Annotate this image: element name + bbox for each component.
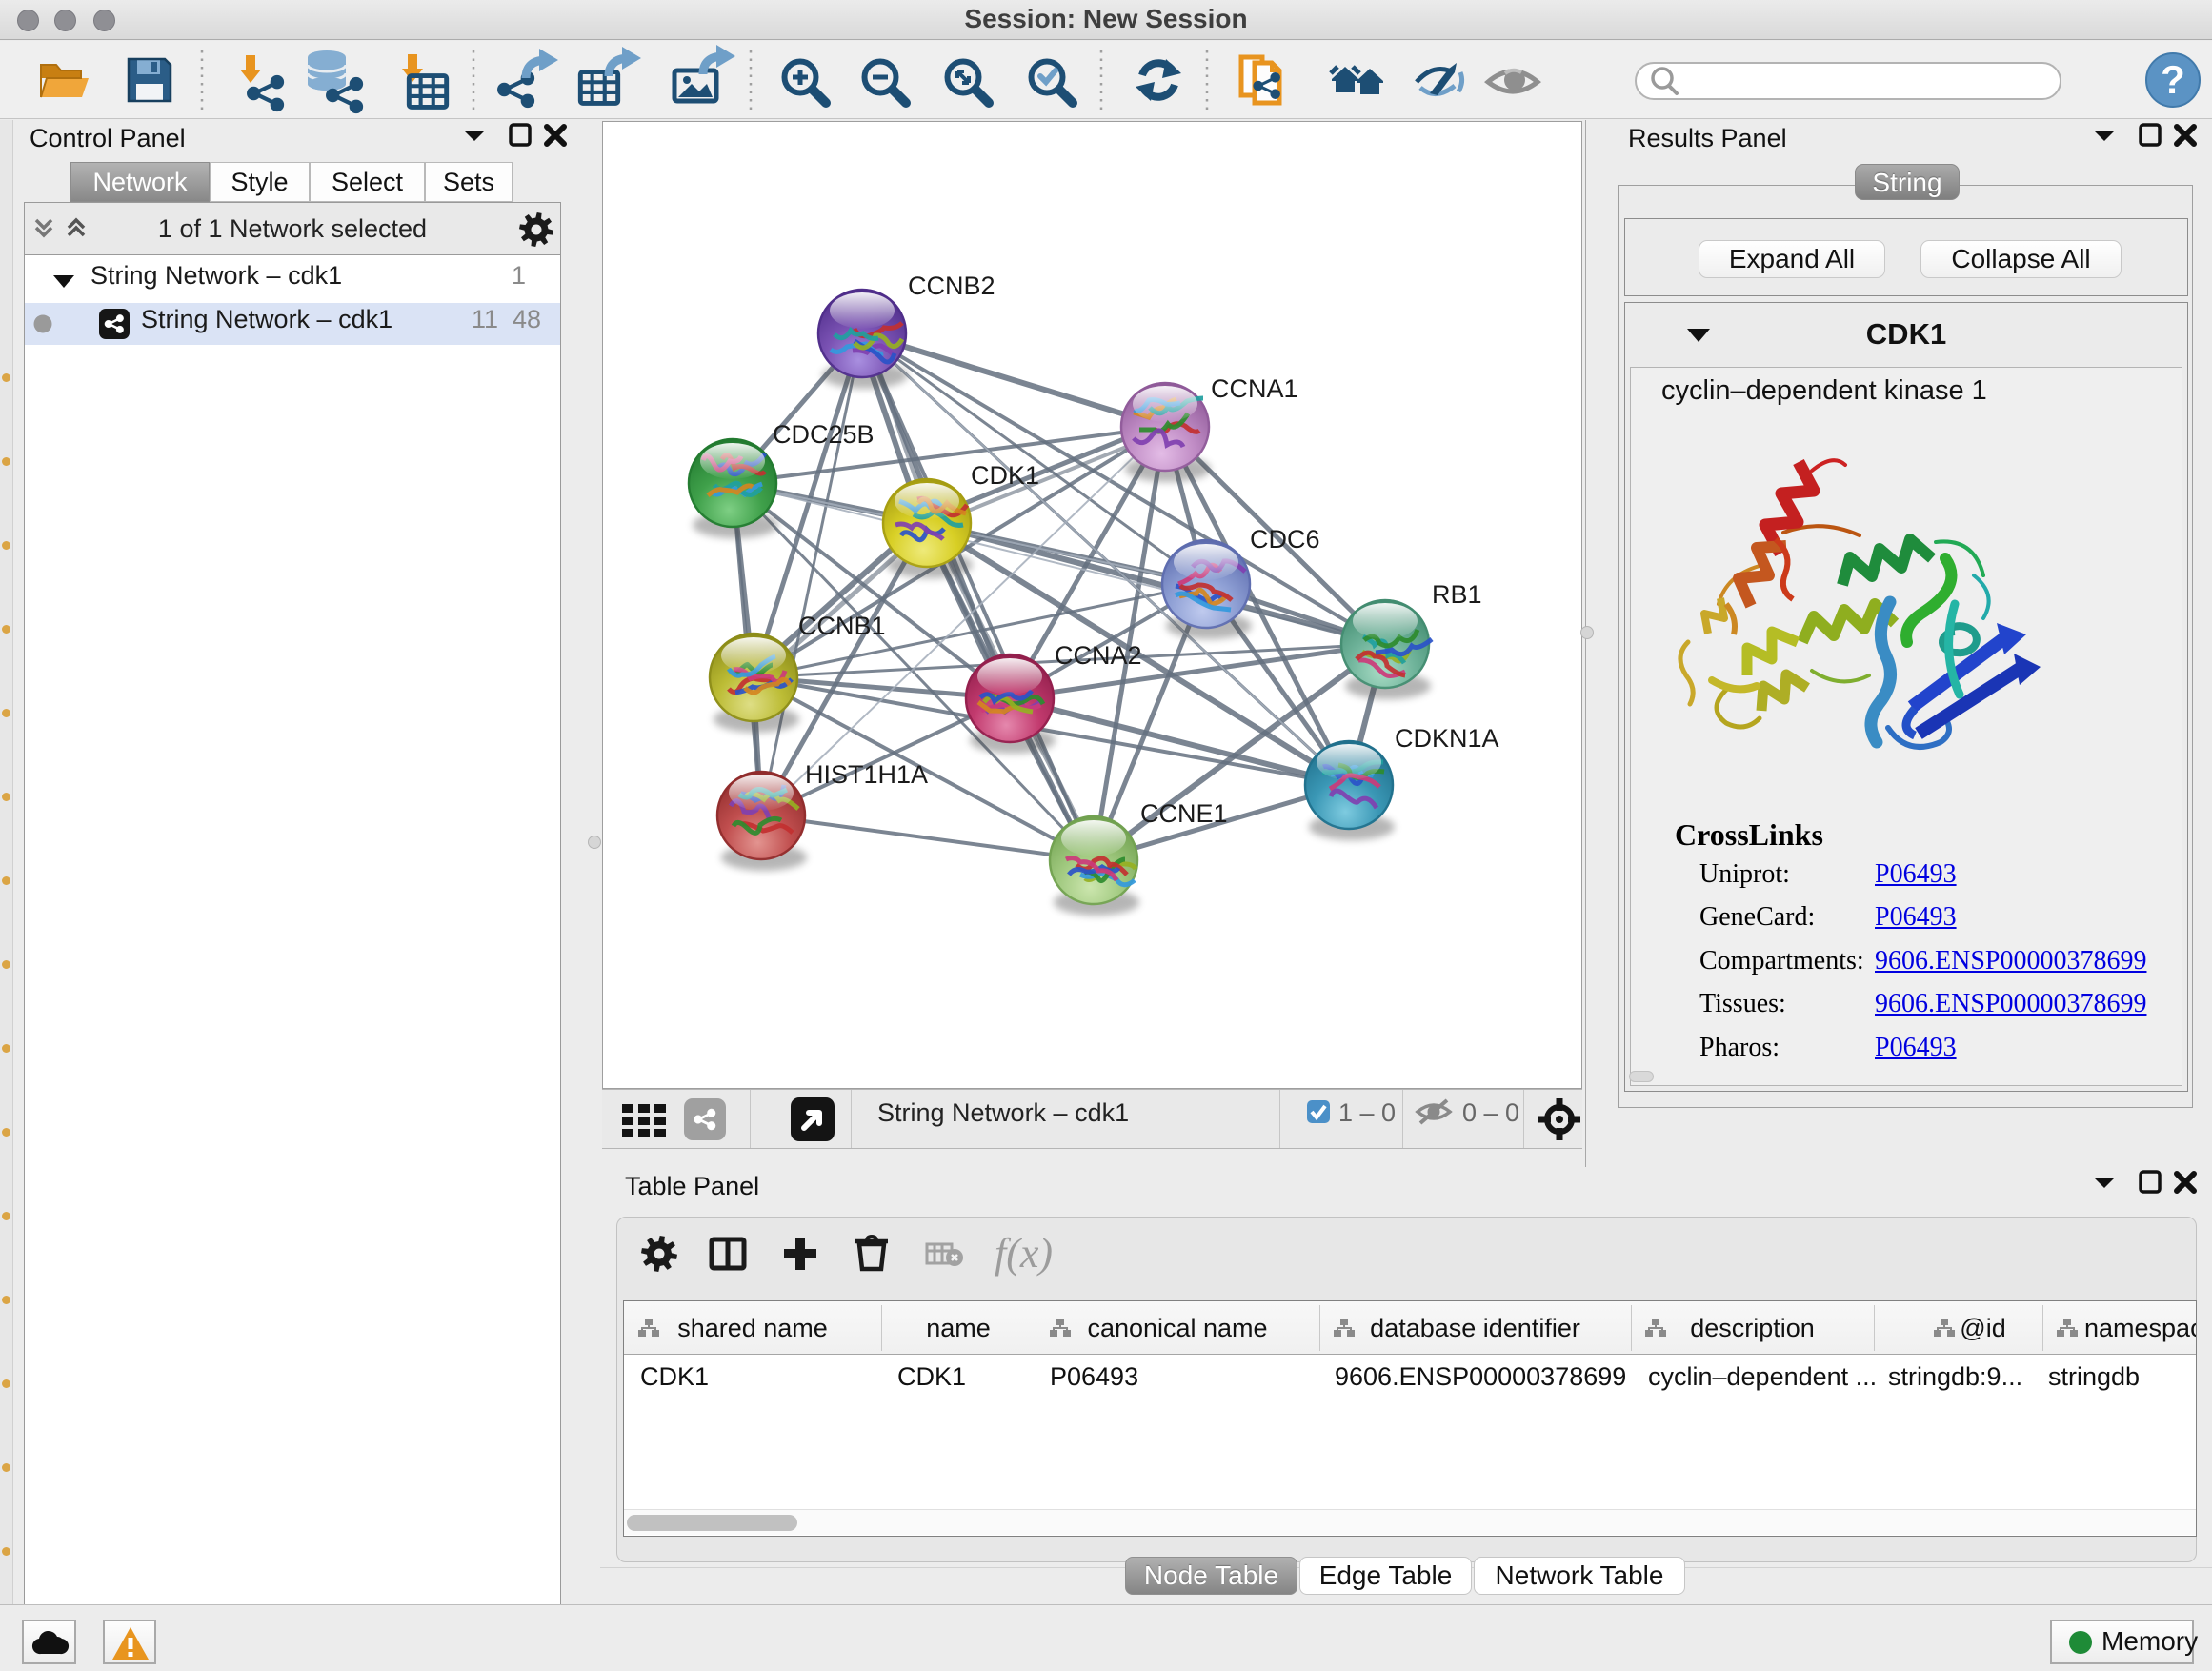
svg-text:CCNA1: CCNA1 bbox=[1211, 374, 1298, 403]
svg-text:CCNB2: CCNB2 bbox=[908, 272, 995, 300]
svg-text:?: ? bbox=[2161, 57, 2185, 102]
svg-text:CDK1: CDK1 bbox=[971, 461, 1039, 490]
svg-text:CDC6: CDC6 bbox=[1250, 525, 1320, 554]
svg-text:f(x): f(x) bbox=[995, 1230, 1053, 1277]
svg-text:HIST1H1A: HIST1H1A bbox=[805, 760, 928, 789]
svg-text:CDKN1A: CDKN1A bbox=[1395, 724, 1499, 753]
svg-text:CDC25B: CDC25B bbox=[773, 420, 875, 449]
svg-text:RB1: RB1 bbox=[1432, 580, 1482, 609]
svg-text:CCNA2: CCNA2 bbox=[1055, 641, 1142, 670]
svg-text:CCNE1: CCNE1 bbox=[1140, 799, 1228, 828]
svg-text:CCNB1: CCNB1 bbox=[798, 612, 886, 640]
